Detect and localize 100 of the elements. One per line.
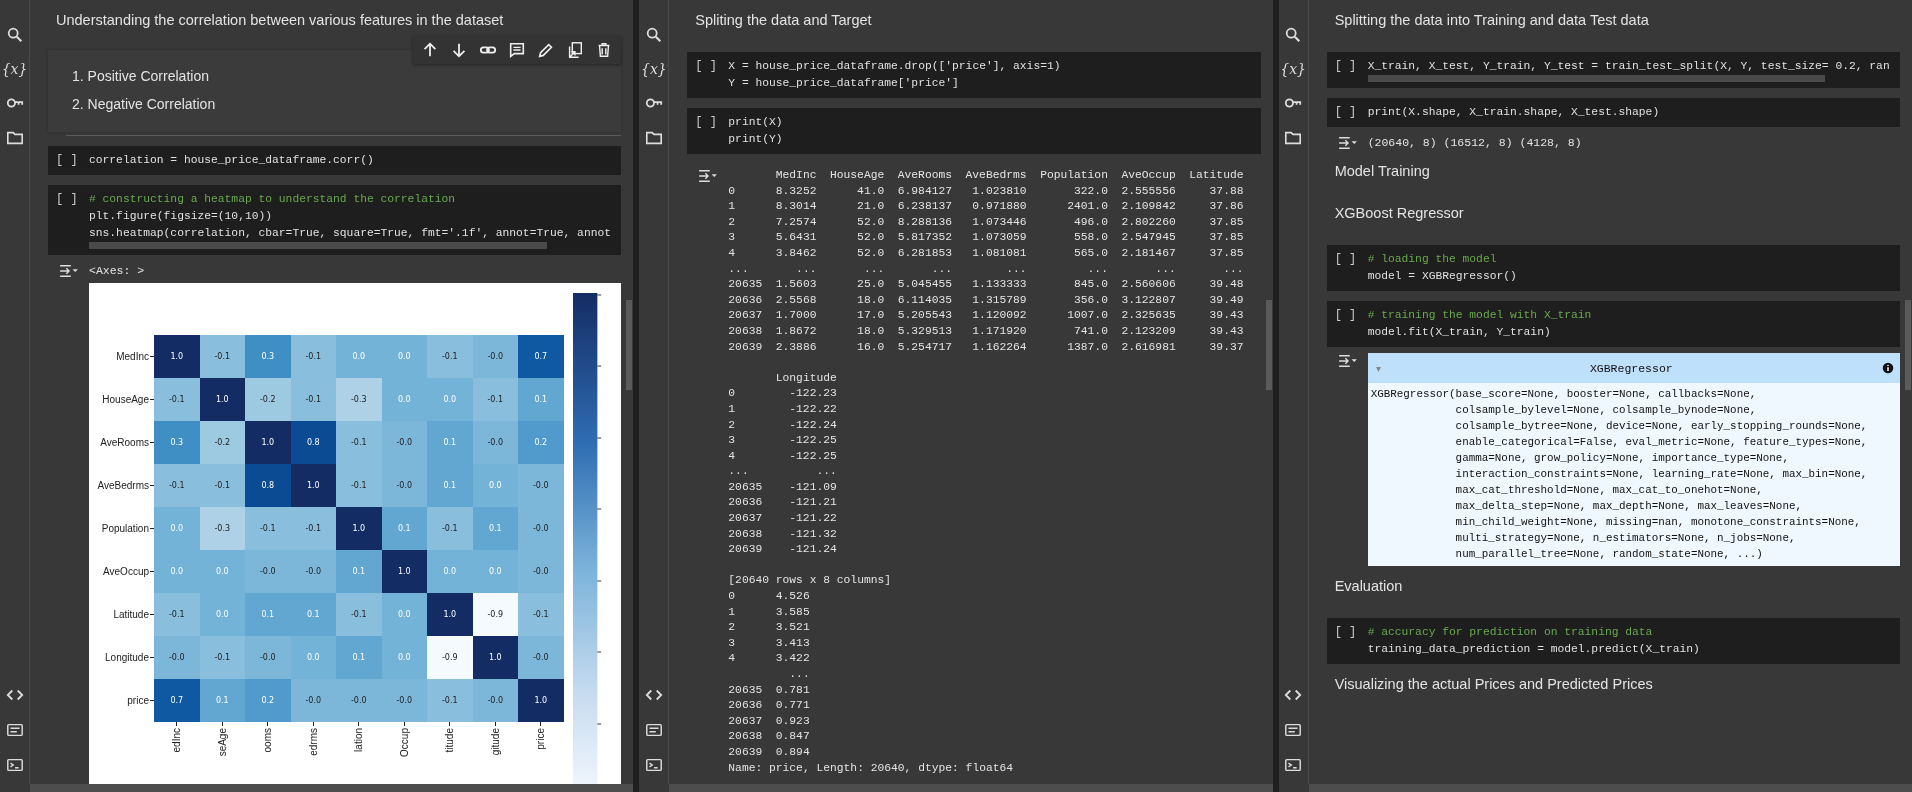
run-cell-button[interactable]: [ ] bbox=[1334, 58, 1368, 82]
variables-label[interactable]: {x} bbox=[1, 61, 28, 77]
row-index: 20638 bbox=[728, 729, 763, 745]
repr-line: interaction_constraints=None, learning_rate=None, max_bin=None, bbox=[1454, 467, 1869, 482]
table-cell-text: ... bbox=[788, 667, 810, 682]
table-cell-text: 8.3252 bbox=[774, 183, 817, 199]
heatmap-cell: 0.0 bbox=[290, 636, 336, 679]
heatmap-cell: -0.9 bbox=[427, 636, 473, 679]
row-index: 20638 bbox=[728, 526, 763, 542]
table-cell-text: 39.43 bbox=[1208, 323, 1244, 339]
row-index: 2 bbox=[728, 620, 737, 636]
horizontal-scrollbar[interactable] bbox=[30, 784, 634, 792]
widget-title: XGBRegressor bbox=[1588, 361, 1674, 375]
column-label: ooms bbox=[262, 728, 274, 753]
output-toggle-icon[interactable] bbox=[697, 168, 720, 184]
row-index: 20635 bbox=[728, 479, 763, 495]
table-cell-text: 3.585 bbox=[774, 604, 810, 620]
run-cell-button[interactable]: [ ] bbox=[1334, 251, 1368, 285]
table-cell-text: 356.0 bbox=[1073, 292, 1108, 308]
table-cell-text: 496.0 bbox=[1073, 214, 1108, 230]
row-index: 3 bbox=[728, 433, 737, 449]
table-cell-text: 2.616981 bbox=[1120, 339, 1176, 355]
heatmap-cell: -0.1 bbox=[154, 593, 200, 636]
table-cell-text: 7.2574 bbox=[774, 214, 817, 230]
terminal-icon[interactable] bbox=[644, 756, 663, 774]
folder-icon[interactable] bbox=[5, 129, 24, 147]
search-icon[interactable] bbox=[644, 26, 663, 44]
output-toggle-icon[interactable] bbox=[1336, 135, 1359, 151]
heatmap-cell: 0.0 bbox=[427, 550, 473, 593]
column-label: lation bbox=[353, 728, 365, 752]
mirror-cell-icon[interactable] bbox=[566, 41, 585, 59]
heatmap-cell: 0.8 bbox=[245, 464, 291, 507]
row-index: 0 bbox=[728, 589, 737, 605]
markdown-heading: Spliting the data and Target bbox=[694, 11, 873, 30]
scrollbar-thumb[interactable] bbox=[626, 300, 633, 390]
table-cell-text: 2.555556 bbox=[1120, 183, 1176, 199]
table-cell-text: -122.23 bbox=[788, 386, 837, 402]
terminal-icon[interactable] bbox=[1284, 756, 1303, 774]
table-cell-text: 41.0 bbox=[856, 183, 885, 199]
variables-label[interactable]: {x} bbox=[1280, 61, 1306, 77]
terminal-icon[interactable] bbox=[5, 756, 24, 774]
table-cell-text: 52.0 bbox=[856, 214, 885, 230]
repr-line: XGBRegressor(base_score=None, booster=None, callbacks=None, bbox=[1370, 387, 1758, 402]
table-cell-text: 1.171920 bbox=[971, 323, 1027, 339]
search-icon[interactable] bbox=[5, 26, 24, 44]
heatmap-cell: -0.0 bbox=[518, 550, 564, 593]
horizontal-scrollbar[interactable] bbox=[89, 242, 547, 249]
heatmap-cell: -0.1 bbox=[290, 378, 336, 421]
heatmap-cell: -0.0 bbox=[336, 679, 382, 722]
table-cell-text: 5.329513 bbox=[896, 323, 952, 339]
table-cell-text: 5.817352 bbox=[896, 230, 952, 246]
scrollbar-thumb[interactable] bbox=[1905, 300, 1911, 390]
table-cell-text: 18.0 bbox=[856, 323, 885, 339]
output-toggle-icon[interactable] bbox=[1336, 353, 1359, 369]
run-cell-button[interactable]: [ ] bbox=[1334, 624, 1368, 658]
code-line: print(X.shape, X_train.shape, X_test.shape) bbox=[1367, 105, 1661, 120]
table-cell-text: 0.781 bbox=[774, 682, 810, 698]
heatmap-cell: 0.0 bbox=[381, 335, 427, 378]
comment-icon[interactable] bbox=[508, 41, 527, 59]
table-cell-text: 39.37 bbox=[1208, 339, 1244, 355]
run-cell-button[interactable]: [ ] bbox=[56, 191, 89, 249]
horizontal-scrollbar[interactable] bbox=[669, 784, 1273, 792]
table-cell-text: 558.0 bbox=[1073, 230, 1108, 246]
code-line: X_train, X_test, Y_train, Y_test = train_test_split(X, Y, test_size= 0.2, ran bbox=[1367, 59, 1891, 74]
run-cell-button[interactable]: [ ] bbox=[1334, 307, 1368, 341]
row-index: 20636 bbox=[728, 698, 763, 714]
row-label: price bbox=[126, 695, 150, 706]
table-cell-text: 52.0 bbox=[856, 230, 885, 246]
code-line: print(Y) bbox=[728, 132, 784, 147]
table-cell-text: ... bbox=[1154, 261, 1176, 277]
repr-line: colsample_bylevel=None, colsample_bynode=None, bbox=[1454, 403, 1758, 418]
command-palette-icon[interactable] bbox=[1284, 721, 1303, 739]
horizontal-scrollbar[interactable] bbox=[1367, 75, 1826, 82]
run-cell-button[interactable]: [ ] bbox=[695, 58, 729, 92]
info-icon[interactable] bbox=[1882, 362, 1894, 374]
run-cell-button[interactable]: [ ] bbox=[56, 152, 89, 169]
scrollbar-thumb[interactable] bbox=[1265, 300, 1272, 390]
command-palette-icon[interactable] bbox=[644, 721, 663, 739]
run-cell-button[interactable]: [ ] bbox=[695, 114, 729, 148]
row-index: 20635 bbox=[728, 277, 763, 293]
output-toggle-icon[interactable] bbox=[58, 263, 80, 279]
table-cell-text: 2401.0 bbox=[1066, 199, 1108, 215]
heatmap-cell: 1.0 bbox=[427, 593, 473, 636]
table-cell-text: 0.971880 bbox=[971, 199, 1027, 215]
search-icon[interactable] bbox=[1284, 26, 1303, 44]
variables-label[interactable]: {x} bbox=[640, 61, 667, 77]
table-cell-text: 1.081081 bbox=[971, 245, 1027, 261]
table-cell-text: 37.88 bbox=[1208, 183, 1244, 199]
table-cell-text: -121.09 bbox=[788, 479, 837, 495]
table-cell-text: 1.120092 bbox=[971, 308, 1027, 324]
table-cell-text: 37.85 bbox=[1208, 245, 1244, 261]
table-cell-text: 3.8462 bbox=[774, 245, 817, 261]
folder-icon[interactable] bbox=[1284, 129, 1303, 147]
row-label: AveBedrms bbox=[96, 480, 150, 491]
command-palette-icon[interactable] bbox=[5, 721, 24, 739]
heatmap-cell: 0.1 bbox=[472, 507, 518, 550]
heatmap-cell: -0.1 bbox=[427, 335, 473, 378]
folder-icon[interactable] bbox=[644, 129, 663, 147]
table-cell-text: -122.25 bbox=[788, 433, 837, 449]
run-cell-button[interactable]: [ ] bbox=[1334, 104, 1368, 121]
